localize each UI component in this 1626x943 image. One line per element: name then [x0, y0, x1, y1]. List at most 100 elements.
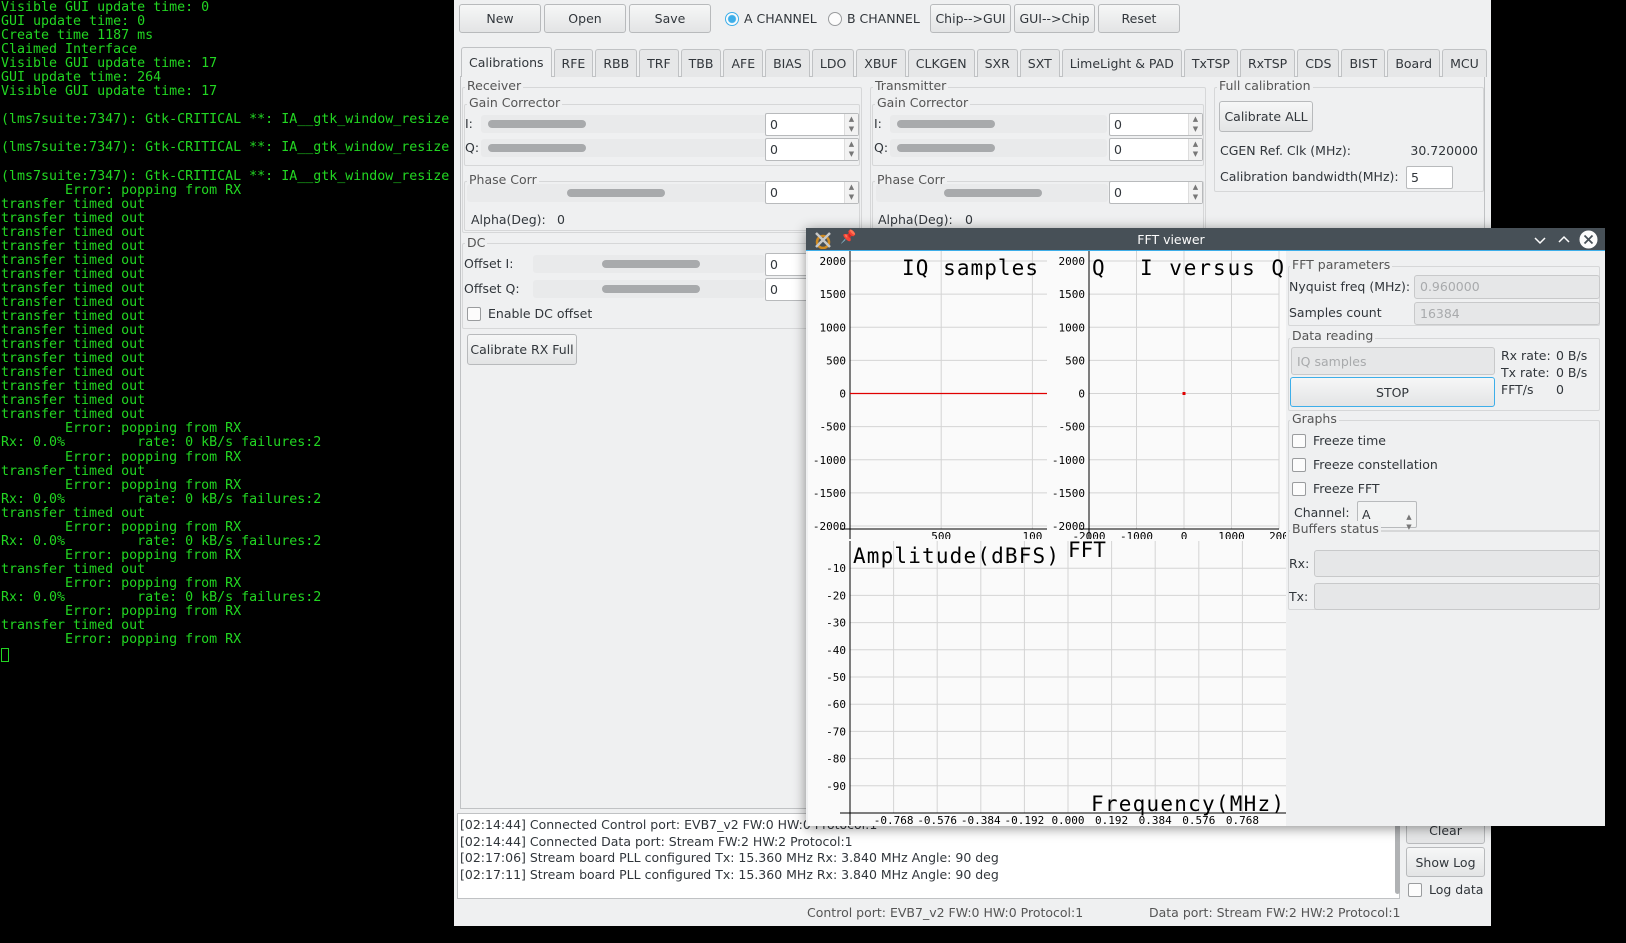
- tab-trf[interactable]: TRF: [639, 49, 679, 77]
- spin-arrows-icon[interactable]: ▲ ▼: [1188, 139, 1202, 160]
- tab-limelight-pad[interactable]: LimeLight & PAD: [1061, 49, 1182, 77]
- offset-i-slider[interactable]: [533, 255, 765, 273]
- tab-clkgen[interactable]: CLKGEN: [907, 49, 975, 77]
- y-tick-label: 1500: [1059, 288, 1086, 301]
- spin-arrows-icon[interactable]: ▲ ▼: [1402, 502, 1416, 531]
- read-mode-combobox[interactable]: IQ samples: [1291, 347, 1495, 375]
- slider-handle[interactable]: [602, 260, 700, 268]
- transmitter-title: Transmitter: [873, 78, 949, 93]
- calibrate-all-button[interactable]: Calibrate ALL: [1219, 101, 1313, 132]
- spin-arrows-icon[interactable]: ▲ ▼: [844, 182, 858, 203]
- tab-board[interactable]: Board: [1387, 49, 1441, 77]
- y-tick-label: -90: [826, 780, 846, 793]
- new-button[interactable]: New: [459, 4, 541, 33]
- rx-i-slider[interactable]: [481, 115, 771, 133]
- spin-arrows-icon[interactable]: ▲ ▼: [844, 139, 858, 160]
- tab-cds[interactable]: CDS: [1297, 49, 1340, 77]
- freeze-time-checkbox[interactable]: Freeze time: [1292, 433, 1386, 448]
- tx-buffer-label: Tx:: [1289, 589, 1309, 604]
- close-icon[interactable]: [1579, 230, 1598, 249]
- tab-bias[interactable]: BIAS: [765, 49, 810, 77]
- value: 0: [770, 117, 778, 132]
- fft-per-second-value: 0: [1556, 382, 1564, 397]
- spin-arrows-icon[interactable]: ▲ ▼: [1188, 114, 1202, 135]
- graphs-title: Graphs: [1290, 411, 1339, 426]
- tab-txtsp[interactable]: TxTSP: [1183, 49, 1238, 77]
- freeze-fft-checkbox[interactable]: Freeze FFT: [1292, 481, 1380, 496]
- iq-plot-title: IQ samples: [902, 256, 1038, 280]
- rx-q-spinbox[interactable]: 0 ▲ ▼: [765, 138, 859, 161]
- slider-handle[interactable]: [488, 120, 586, 128]
- chip-to-gui-button[interactable]: Chip-->GUI: [930, 4, 1011, 33]
- spin-arrows-icon[interactable]: ▲ ▼: [1188, 182, 1202, 203]
- spin-arrows-icon[interactable]: ▲ ▼: [844, 114, 858, 135]
- y-tick-label: -1500: [813, 487, 846, 500]
- slider-handle[interactable]: [567, 189, 665, 197]
- tx-q-slider[interactable]: [890, 139, 1107, 157]
- tab-rfe[interactable]: RFE: [553, 49, 594, 77]
- tab-mcu[interactable]: MCU: [1442, 49, 1487, 77]
- y-tick-label: -20: [826, 589, 846, 602]
- rx-q-slider[interactable]: [481, 139, 771, 157]
- tab-afe[interactable]: AFE: [723, 49, 764, 77]
- value: 16384: [1420, 306, 1460, 321]
- tab-bist[interactable]: BIST: [1341, 49, 1386, 77]
- tx-i-spinbox[interactable]: 0 ▲ ▼: [1109, 113, 1203, 136]
- tab-xbuf[interactable]: XBUF: [856, 49, 906, 77]
- maximize-chevron-up-icon[interactable]: [1558, 234, 1570, 246]
- slider-handle[interactable]: [897, 120, 995, 128]
- nyquist-input[interactable]: 0.960000: [1414, 275, 1600, 299]
- freeze-constellation-checkbox[interactable]: Freeze constellation: [1292, 457, 1438, 472]
- value: 0: [770, 142, 778, 157]
- open-button[interactable]: Open: [544, 4, 626, 33]
- enable-dc-offset-checkbox[interactable]: Enable DC offset: [467, 306, 592, 321]
- rx-i-spinbox[interactable]: 0 ▲ ▼: [765, 113, 859, 136]
- terminal[interactable]: Visible GUI update time: 0 GUI update tim…: [0, 0, 454, 943]
- slider-handle[interactable]: [602, 285, 700, 293]
- gui-to-chip-button[interactable]: GUI-->Chip: [1014, 4, 1095, 33]
- fft-viewer-titlebar[interactable]: 📌 FFT viewer: [806, 228, 1605, 251]
- y-tick-label: -50: [826, 671, 846, 684]
- minimize-chevron-down-icon[interactable]: [1534, 234, 1546, 246]
- data-reading-title: Data reading: [1290, 328, 1376, 343]
- tab-calibrations[interactable]: Calibrations: [461, 47, 552, 77]
- terminal-line: Error: popping from RX: [1, 477, 242, 493]
- tx-phase-spinbox[interactable]: 0 ▲ ▼: [1109, 181, 1203, 204]
- y-tick-label: -80: [826, 753, 846, 766]
- reset-button[interactable]: Reset: [1098, 4, 1180, 33]
- log-data-checkbox[interactable]: Log data: [1408, 882, 1483, 897]
- slider-handle[interactable]: [488, 144, 586, 152]
- tx-i-slider[interactable]: [890, 115, 1107, 133]
- samples-count-spinbox[interactable]: 16384: [1414, 302, 1600, 325]
- terminal-line: Visible GUI update time: 0: [1, 0, 210, 15]
- channel-b-radio[interactable]: B CHANNEL: [828, 11, 920, 26]
- terminal-line: transfer timed out: [1, 337, 146, 353]
- tab-ldo[interactable]: LDO: [811, 49, 855, 77]
- slider-handle[interactable]: [897, 144, 995, 152]
- log-scrollbar[interactable]: [1395, 818, 1400, 894]
- calibration-bandwidth-input[interactable]: 5: [1406, 166, 1453, 189]
- tab-sxr[interactable]: SXR: [976, 49, 1018, 77]
- tab-rbb[interactable]: RBB: [595, 49, 638, 77]
- terminal-line: Visible GUI update time: 17: [1, 56, 218, 72]
- stop-button[interactable]: STOP: [1290, 377, 1495, 407]
- rx-phase-spinbox[interactable]: 0 ▲ ▼: [765, 181, 859, 204]
- y-tick-label: 1000: [820, 321, 847, 334]
- terminal-line: Error: popping from RX: [1, 421, 242, 437]
- terminal-line: transfer timed out: [1, 407, 146, 423]
- channel-a-radio[interactable]: A CHANNEL: [725, 11, 817, 26]
- show-log-button[interactable]: Show Log: [1406, 847, 1485, 877]
- offset-q-slider[interactable]: [533, 280, 765, 298]
- save-button[interactable]: Save: [629, 4, 711, 33]
- rx-phase-slider[interactable]: [467, 184, 767, 202]
- tx-q-spinbox[interactable]: 0 ▲ ▼: [1109, 138, 1203, 161]
- tab-rxtsp[interactable]: RxTSP: [1239, 49, 1296, 77]
- terminal-line: transfer timed out: [1, 561, 146, 577]
- calibrate-rx-full-button[interactable]: Calibrate RX Full: [467, 334, 577, 365]
- tab-tbb[interactable]: TBB: [680, 49, 722, 77]
- y-tick-label: -500: [1059, 421, 1086, 434]
- slider-handle[interactable]: [944, 189, 1042, 197]
- tx-phase-slider[interactable]: [876, 184, 1108, 202]
- terminal-line: GUI update time: 264: [1, 70, 162, 86]
- tab-sxt[interactable]: SXT: [1019, 49, 1060, 77]
